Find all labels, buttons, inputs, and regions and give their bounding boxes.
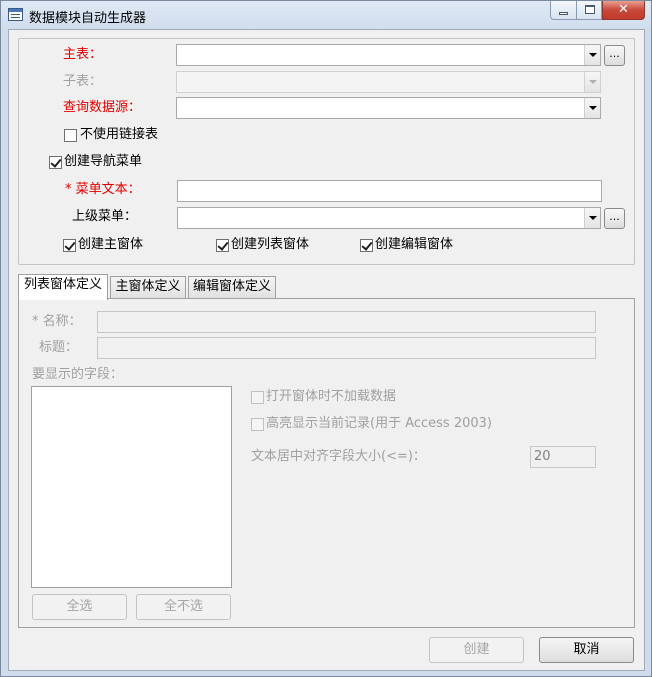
- query-source-label: 查询数据源：: [63, 100, 142, 115]
- create-edit-form-label: 创建编辑窗体: [375, 237, 454, 252]
- dialog-body: 主表： ... 子表： 查询数据源： 不使用链接表 创建导航菜单 * 菜单文本：…: [8, 29, 645, 671]
- caption-input[interactable]: [97, 337, 596, 359]
- no-load-on-open-checkbox[interactable]: [251, 391, 264, 404]
- settings-group: 主表： ... 子表： 查询数据源： 不使用链接表 创建导航菜单 * 菜单文本：…: [18, 38, 635, 265]
- parent-menu-label: 上级菜单：: [72, 209, 138, 224]
- sub-table-label: 子表：: [63, 74, 103, 89]
- chevron-down-icon[interactable]: [584, 98, 600, 118]
- window-title: 数据模块自动生成器: [29, 11, 147, 26]
- chevron-down-icon[interactable]: [584, 208, 600, 228]
- create-nav-menu-label: 创建导航菜单: [64, 154, 143, 169]
- center-align-size-input[interactable]: 20: [530, 446, 596, 468]
- no-linked-table-checkbox[interactable]: [64, 129, 77, 142]
- main-table-combo[interactable]: [176, 44, 601, 66]
- select-all-button[interactable]: 全选: [32, 594, 127, 620]
- main-table-browse-button[interactable]: ...: [604, 45, 625, 66]
- fields-label: 要显示的字段：: [32, 367, 124, 382]
- main-table-label: 主表：: [63, 47, 103, 62]
- center-align-label: 文本居中对齐字段大小(<=)：: [251, 449, 426, 464]
- create-nav-menu-checkbox[interactable]: [49, 156, 62, 169]
- form-icon: [8, 8, 23, 21]
- chevron-down-icon[interactable]: [584, 72, 600, 92]
- create-main-form-label: 创建主窗体: [78, 237, 144, 252]
- name-label: * 名称：: [32, 314, 82, 329]
- window-controls: ✕: [550, 1, 645, 21]
- menu-text-input[interactable]: [177, 180, 602, 202]
- tab-list-form[interactable]: 列表窗体定义: [18, 274, 108, 300]
- highlight-current-label: 高亮显示当前记录(用于 Access 2003): [266, 416, 492, 431]
- create-edit-form-checkbox[interactable]: [360, 239, 373, 252]
- query-source-combo[interactable]: [176, 97, 601, 119]
- maximize-icon: [585, 5, 595, 14]
- name-input[interactable]: [97, 311, 596, 333]
- list-form-tab-panel: * 名称： 标题： 要显示的字段： 打开窗体时不加载数据 高亮显示当前记录(用于…: [18, 298, 635, 628]
- no-load-on-open-label: 打开窗体时不加载数据: [266, 389, 397, 404]
- maximize-button[interactable]: [576, 1, 602, 20]
- create-list-form-checkbox[interactable]: [216, 239, 229, 252]
- highlight-current-checkbox[interactable]: [251, 418, 264, 431]
- caption-label: 标题：: [39, 340, 79, 355]
- parent-menu-combo[interactable]: [177, 207, 601, 229]
- close-button[interactable]: ✕: [602, 1, 645, 20]
- create-button[interactable]: 创建: [429, 637, 524, 663]
- chevron-down-icon[interactable]: [584, 45, 600, 65]
- menu-text-label: * 菜单文本：: [65, 182, 141, 197]
- close-icon: ✕: [618, 2, 629, 17]
- title-bar[interactable]: 数据模块自动生成器 ✕: [1, 1, 651, 29]
- sub-table-combo[interactable]: [176, 71, 601, 93]
- minimize-button[interactable]: [550, 1, 576, 20]
- tab-edit-form[interactable]: 编辑窗体定义: [188, 276, 276, 299]
- create-list-form-label: 创建列表窗体: [231, 237, 310, 252]
- select-none-button[interactable]: 全不选: [136, 594, 231, 620]
- cancel-button[interactable]: 取消: [539, 637, 634, 663]
- create-main-form-checkbox[interactable]: [63, 239, 76, 252]
- main-window: 数据模块自动生成器 ✕ 主表： ... 子表： 查询数据源： 不使用链接表 创建…: [0, 0, 652, 677]
- parent-menu-browse-button[interactable]: ...: [604, 208, 625, 229]
- minimize-icon: [559, 12, 568, 15]
- no-linked-table-label: 不使用链接表: [80, 127, 159, 142]
- fields-listbox[interactable]: [31, 386, 232, 588]
- tab-main-form[interactable]: 主窗体定义: [110, 276, 186, 299]
